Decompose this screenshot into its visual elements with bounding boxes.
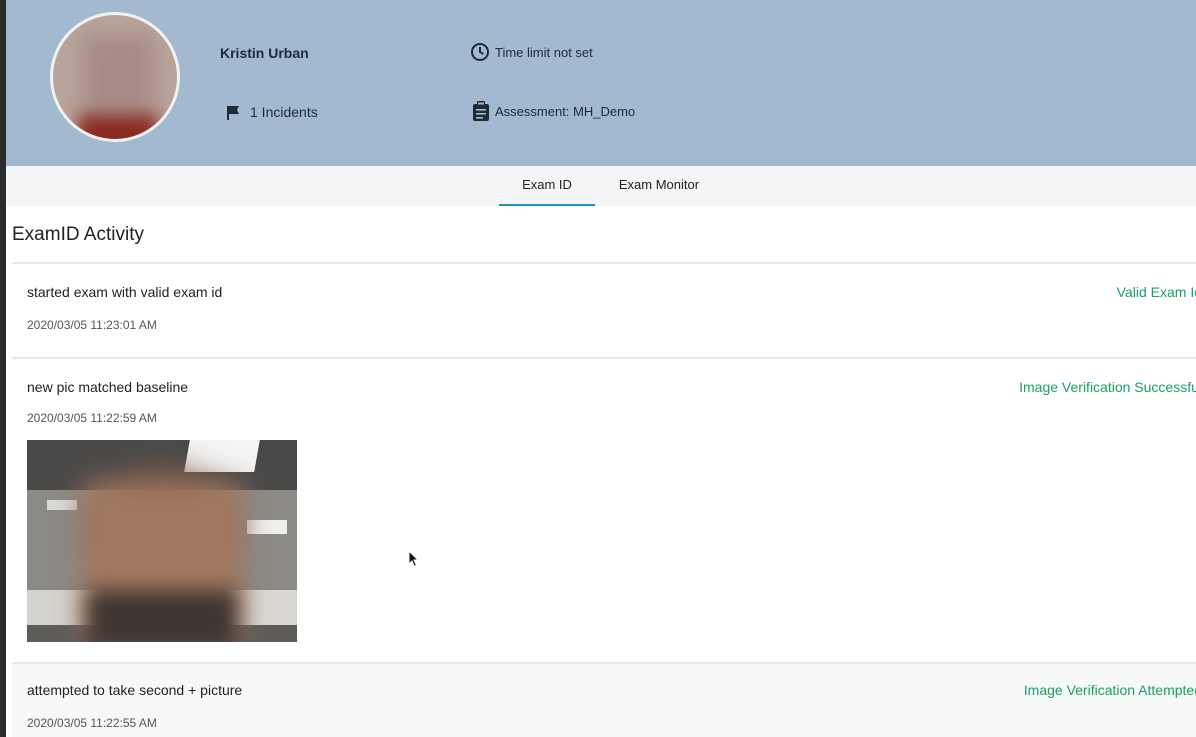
tab-exam-monitor[interactable]: Exam Monitor [607,166,711,206]
candidate-avatar [50,12,180,142]
activity-status: Image Verification Attempted [1023,682,1196,698]
activity-item: started exam with valid exam id 2020/03/… [12,262,1196,358]
activity-item: attempted to take second + picture 2020/… [12,662,1196,737]
activity-timestamp: 2020/03/05 11:22:55 AM [27,716,157,730]
activity-status: Image Verification Successful [1019,379,1196,395]
flag-icon [227,106,239,120]
assessment-label: Assessment: MH_Demo [495,104,636,119]
tab-exam-id[interactable]: Exam ID [499,166,595,206]
section-title: ExamID Activity [12,224,144,245]
activity-description: new pic matched baseline [27,379,189,395]
activity-status: Valid Exam Id [1116,284,1196,300]
verification-photo[interactable] [27,440,297,642]
incidents-count[interactable]: 1 Incidents [250,104,318,120]
mouse-cursor-icon [408,550,420,568]
activity-item: new pic matched baseline 2020/03/05 11:2… [12,357,1196,663]
activity-description: attempted to take second + picture [27,682,243,698]
time-limit-label: Time limit not set [495,45,593,60]
activity-timestamp: 2020/03/05 11:23:01 AM [27,318,157,332]
clipboard-icon [473,101,489,121]
candidate-name: Kristin Urban [220,45,309,61]
candidate-header: Kristin Urban 1 Incidents Time limit not… [6,0,1196,166]
activity-timestamp: 2020/03/05 11:22:59 AM [27,411,157,425]
clock-icon [471,43,489,61]
tab-bar: Exam ID Exam Monitor [6,166,1196,206]
app-frame: Kristin Urban 1 Incidents Time limit not… [0,0,1196,737]
activity-description: started exam with valid exam id [27,284,223,300]
